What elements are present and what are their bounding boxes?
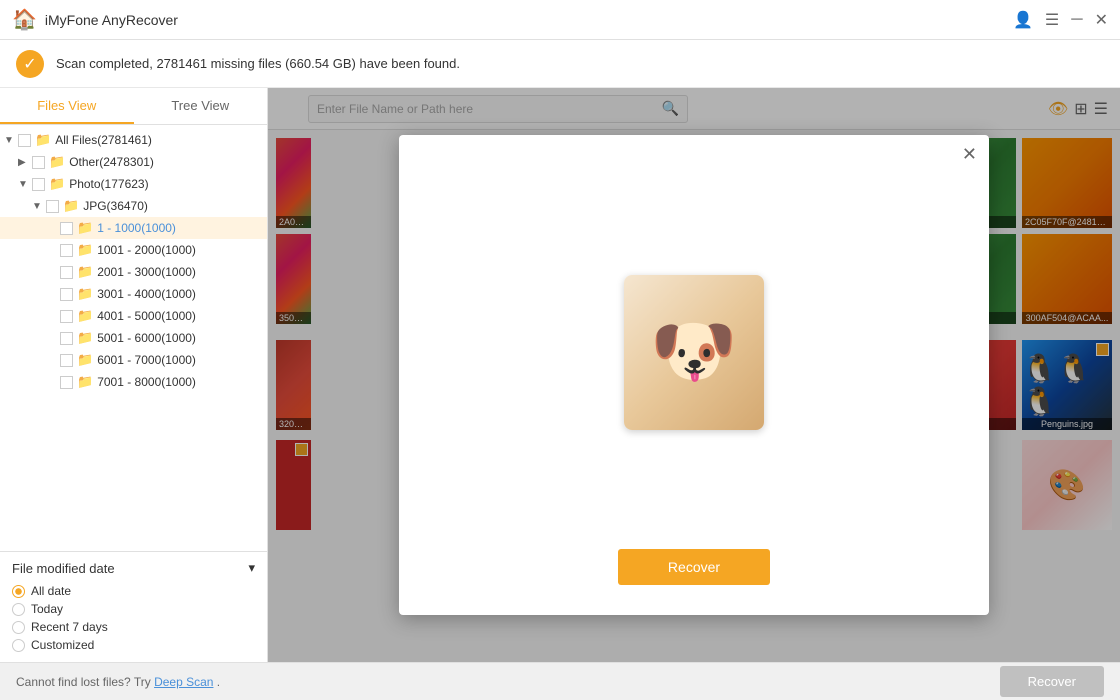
filter-option-recent-7[interactable]: Recent 7 days	[12, 618, 255, 636]
folder-icon: 📁	[63, 198, 79, 214]
tree-item-label: 1 - 1000(1000)	[97, 221, 176, 235]
folder-icon: 📁	[49, 176, 65, 192]
folder-icon: 📁	[77, 264, 93, 280]
tree-item-3001-4000[interactable]: ▶ 📁 3001 - 4000(1000)	[0, 283, 267, 305]
tree-item-7001-8000[interactable]: ▶ 📁 7001 - 8000(1000)	[0, 371, 267, 393]
tree-checkbox[interactable]	[60, 354, 73, 367]
filter-header[interactable]: File modified date ▾	[12, 560, 255, 576]
radio-all-date[interactable]	[12, 585, 25, 598]
chevron-down-icon: ▼	[18, 179, 32, 190]
deep-scan-link[interactable]: Deep Scan	[154, 675, 213, 689]
tree-item-1001-2000[interactable]: ▶ 📁 1001 - 2000(1000)	[0, 239, 267, 261]
tree-item-photo[interactable]: ▼ 📁 Photo(177623)	[0, 173, 267, 195]
folder-icon: 📁	[77, 330, 93, 346]
tree-checkbox[interactable]	[60, 244, 73, 257]
tree-checkbox[interactable]	[60, 376, 73, 389]
tree-item-label: All Files(2781461)	[55, 133, 152, 147]
tree-checkbox[interactable]	[46, 200, 59, 213]
filter-title: File modified date	[12, 561, 115, 576]
folder-icon: 📁	[35, 132, 51, 148]
user-icon[interactable]: 👤	[1013, 10, 1033, 30]
close-icon[interactable]: ✕	[1095, 10, 1108, 30]
folder-icon: 📁	[77, 242, 93, 258]
app-logo-icon: 🏠	[12, 7, 37, 32]
tree-item-other[interactable]: ▶ 📁 Other(2478301)	[0, 151, 267, 173]
chevron-right-icon: ▶	[18, 157, 32, 168]
modal-image-area: 🐶	[594, 135, 794, 549]
radio-customized[interactable]	[12, 639, 25, 652]
preview-modal: ✕ 🐶 Recover	[399, 135, 989, 615]
filter-option-customized[interactable]: Customized	[12, 636, 255, 654]
notification-bar: ✓ Scan completed, 2781461 missing files …	[0, 40, 1120, 88]
titlebar: 🏠 iMyFone AnyRecover 👤 ☰ ─ ✕	[0, 0, 1120, 40]
folder-icon: 📁	[77, 352, 93, 368]
tree-item-label: 2001 - 3000(1000)	[97, 265, 196, 279]
modal-recover-button[interactable]: Recover	[618, 549, 770, 585]
tree-checkbox[interactable]	[60, 332, 73, 345]
tree-item-1-1000[interactable]: ▶ 📁 1 - 1000(1000)	[0, 217, 267, 239]
window-controls: 👤 ☰ ─ ✕	[1013, 10, 1108, 30]
tree-item-6001-7000[interactable]: ▶ 📁 6001 - 7000(1000)	[0, 349, 267, 371]
tree-checkbox[interactable]	[60, 266, 73, 279]
radio-today[interactable]	[12, 603, 25, 616]
filter-label-recent-7: Recent 7 days	[31, 620, 108, 634]
tree-item-5001-6000[interactable]: ▶ 📁 5001 - 6000(1000)	[0, 327, 267, 349]
filter-label-customized: Customized	[31, 638, 94, 652]
folder-icon: 📁	[77, 220, 93, 236]
tree-checkbox[interactable]	[60, 288, 73, 301]
status-text: Cannot find lost files? Try Deep Scan .	[16, 675, 220, 689]
view-tabs: Files View Tree View	[0, 88, 267, 125]
modal-overlay: ✕ 🐶 Recover	[268, 88, 1120, 662]
cannot-find-text: Cannot find lost files? Try	[16, 675, 154, 689]
tree-item-4001-5000[interactable]: ▶ 📁 4001 - 5000(1000)	[0, 305, 267, 327]
tree-item-label: 3001 - 4000(1000)	[97, 287, 196, 301]
folder-icon: 📁	[77, 308, 93, 324]
recover-button[interactable]: Recover	[1000, 666, 1104, 697]
app-title: iMyFone AnyRecover	[45, 12, 1013, 28]
tab-files-view[interactable]: Files View	[0, 88, 134, 124]
filter-dropdown-icon: ▾	[248, 560, 255, 576]
filter-section: File modified date ▾ All date Today Rece…	[0, 551, 267, 662]
file-tree: ▼ 📁 All Files(2781461) ▶ 📁 Other(2478301…	[0, 125, 267, 551]
minimize-icon[interactable]: ─	[1071, 11, 1082, 29]
notification-text: Scan completed, 2781461 missing files (6…	[56, 56, 460, 71]
folder-icon: 📁	[77, 374, 93, 390]
main-layout: Files View Tree View ▼ 📁 All Files(27814…	[0, 88, 1120, 662]
tree-checkbox[interactable]	[32, 156, 45, 169]
chevron-down-icon: ▼	[32, 201, 46, 212]
tree-item-jpg[interactable]: ▼ 📁 JPG(36470)	[0, 195, 267, 217]
tree-item-2001-3000[interactable]: ▶ 📁 2001 - 3000(1000)	[0, 261, 267, 283]
tree-item-label: Other(2478301)	[69, 155, 154, 169]
tree-checkbox[interactable]	[18, 134, 31, 147]
tree-checkbox[interactable]	[60, 222, 73, 235]
period-text: .	[217, 675, 220, 689]
tab-tree-view[interactable]: Tree View	[134, 88, 268, 124]
tree-item-label: 4001 - 5000(1000)	[97, 309, 196, 323]
status-bar: Cannot find lost files? Try Deep Scan . …	[0, 662, 1120, 700]
folder-icon: 📁	[77, 286, 93, 302]
filter-label-today: Today	[31, 602, 63, 616]
tree-checkbox[interactable]	[60, 310, 73, 323]
tree-item-all-files[interactable]: ▼ 📁 All Files(2781461)	[0, 129, 267, 151]
filter-option-today[interactable]: Today	[12, 600, 255, 618]
tree-item-label: 1001 - 2000(1000)	[97, 243, 196, 257]
content-area: Enter File Name or Path here 🔍 👁 ⊞ ☰ 2A0…	[268, 88, 1120, 662]
tree-item-label: Photo(177623)	[69, 177, 148, 191]
filter-option-all-date[interactable]: All date	[12, 582, 255, 600]
tree-item-label: 7001 - 8000(1000)	[97, 375, 196, 389]
tree-item-label: 5001 - 6000(1000)	[97, 331, 196, 345]
sidebar: Files View Tree View ▼ 📁 All Files(27814…	[0, 88, 268, 662]
modal-close-button[interactable]: ✕	[962, 145, 977, 163]
radio-recent-7[interactable]	[12, 621, 25, 634]
menu-icon[interactable]: ☰	[1045, 10, 1059, 30]
tree-item-label: JPG(36470)	[83, 199, 148, 213]
tree-item-label: 6001 - 7000(1000)	[97, 353, 196, 367]
folder-icon: 📁	[49, 154, 65, 170]
tree-checkbox[interactable]	[32, 178, 45, 191]
chevron-down-icon: ▼	[4, 135, 18, 146]
filter-label-all-date: All date	[31, 584, 71, 598]
notification-icon: ✓	[16, 50, 44, 78]
